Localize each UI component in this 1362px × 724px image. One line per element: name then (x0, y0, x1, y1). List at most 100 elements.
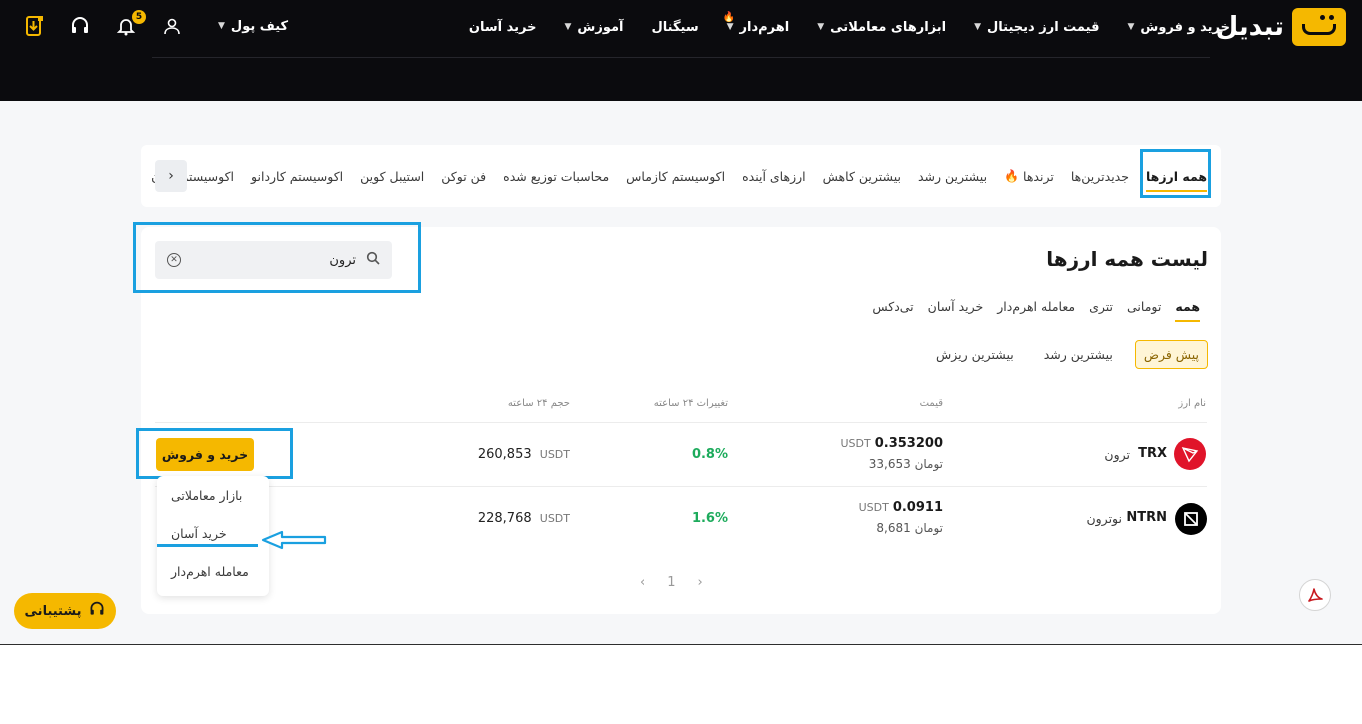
tab-easy-buy[interactable]: خرید آسان (928, 299, 984, 320)
chevron-down-icon: ▼ (817, 22, 825, 32)
category-label: ترندها (1023, 168, 1054, 184)
pagination: ‹ 1 › (640, 575, 703, 590)
chevron-left-icon[interactable]: › (155, 160, 187, 192)
annotation-highlight-search (133, 222, 421, 293)
main-nav: خرید و فروش ▼ قیمت ارز دیجیتال ▼ ابزارهای … (469, 12, 1230, 38)
sort-most-drop[interactable]: بیشترین ریزش (928, 341, 1022, 368)
chevron-right-icon[interactable]: › (697, 575, 702, 590)
page-number[interactable]: 1 (667, 575, 675, 590)
change-24h: 1.6% (691, 511, 728, 526)
column-header-price: قیمت (919, 398, 943, 409)
annotation-highlight-category (1140, 149, 1211, 198)
column-header-change: تغییرات ۲۴ ساعته (653, 398, 728, 409)
flame-icon: 🔥 (722, 11, 736, 23)
tab-tdex[interactable]: تی‌دکس (872, 299, 913, 320)
dropdown-item-trading-market[interactable]: بازار معاملاتی (171, 488, 242, 503)
price-value: 0.353200 (874, 436, 943, 451)
sort-options: پیش فرض بیشترین رشد بیشترین ریزش (928, 340, 1208, 369)
nav-label: خرید و فروش (1140, 19, 1230, 35)
chevron-down-icon: ▼ (974, 22, 981, 32)
wallet-menu[interactable]: کیف پول ▼ (218, 19, 288, 34)
tab-all[interactable]: همه (1175, 299, 1200, 322)
sort-most-growth[interactable]: بیشترین رشد (1036, 341, 1121, 368)
chevron-down-icon: ▼ (564, 22, 572, 32)
category-cardano[interactable]: اکوسیستم کاردانو (251, 169, 343, 184)
category-label: فن توکن (441, 168, 487, 184)
table-divider (155, 422, 1207, 423)
annotation-highlight-buy (136, 428, 293, 479)
buy-sell-dropdown: بازار معاملاتی خرید آسان معامله اهرم‌دار (157, 476, 269, 596)
table-divider (155, 486, 1207, 487)
category-top-gainers[interactable]: بیشترین رشد (918, 169, 987, 184)
volume-unit: USDT (539, 512, 570, 525)
volume-value: 260,853 (477, 447, 532, 462)
category-fan-token[interactable]: فن توکن (441, 169, 486, 184)
nav-item-signal[interactable]: سیگنال (651, 20, 698, 35)
nav-label: خرید آسان (468, 19, 537, 35)
category-bar: همه ارزها جدیدترین‌ها ترندها 🔥 بیشترین رش… (141, 145, 1221, 207)
brand-logo[interactable]: تبدیل (1216, 8, 1346, 46)
user-icon[interactable] (160, 14, 184, 38)
nav-actions: 5 کیف پول ▼ (22, 10, 288, 38)
annotation-underline (157, 544, 258, 547)
sort-default[interactable]: پیش فرض (1134, 340, 1208, 369)
logo-icon (1292, 8, 1346, 46)
category-cosmos[interactable]: اکوسیستم کازماس (626, 169, 725, 184)
support-button[interactable]: پشتیبانی (14, 593, 116, 629)
nav-divider (152, 57, 444, 58)
page-divider (0, 644, 1362, 645)
nav-item-buy-sell[interactable]: خرید و فروش ▼ (1127, 20, 1230, 35)
chevron-down-icon: ▼ (1127, 22, 1135, 32)
support-label: پشتیبانی (24, 603, 82, 619)
column-header-name: نام ارز (1178, 398, 1206, 409)
chevron-left-icon[interactable]: ‹ (640, 575, 645, 590)
nav-label: اهرم‌دار (739, 19, 790, 35)
dropdown-item-easy-buy[interactable]: خرید آسان (171, 526, 227, 541)
neutron-logo-icon (1175, 503, 1207, 535)
market-tabs: همه تومانی تتری معامله اهرم‌دار خرید آسا… (872, 299, 1200, 322)
column-header-volume: حجم ۲۴ ساعته (507, 398, 570, 409)
nav-item-easy-buy[interactable]: خرید آسان (469, 20, 537, 35)
tab-leverage[interactable]: معامله اهرم‌دار (997, 299, 1075, 320)
price-value: 0.0911 (892, 500, 943, 515)
dropdown-item-leverage[interactable]: معامله اهرم‌دار (171, 564, 249, 579)
nav-item-education[interactable]: آموزش ▼ (564, 20, 623, 35)
wallet-label: کیف پول (230, 18, 289, 34)
change-24h: 0.8% (691, 447, 728, 462)
app-download-icon[interactable] (22, 14, 46, 38)
category-distributed-computing[interactable]: محاسبات توزیع شده (503, 169, 609, 184)
coin-name: نوترون (1086, 511, 1122, 526)
price-unit: USDT (840, 437, 871, 450)
tab-tether[interactable]: تتری (1089, 299, 1113, 320)
volume-unit: USDT (539, 448, 570, 461)
category-future-coins[interactable]: ارزهای آینده (742, 169, 806, 184)
headset-icon[interactable] (68, 14, 92, 38)
category-label: بیشترین کاهش (822, 168, 901, 184)
price-toman: تومان 33,653 (868, 457, 943, 471)
price-usdt: USDT 0.0911 (859, 500, 943, 515)
nav-label: سیگنال (651, 19, 699, 35)
chevron-down-icon: ▼ (726, 22, 734, 32)
category-label: جدیدترین‌ها (1070, 168, 1129, 184)
annotation-arrow-icon (261, 530, 327, 550)
category-trends[interactable]: ترندها 🔥 (1004, 169, 1054, 184)
category-stablecoin[interactable]: استیبل کوین (360, 169, 424, 184)
price-usdt: USDT 0.353200 (841, 436, 944, 451)
category-label: محاسبات توزیع شده (503, 168, 610, 184)
category-label: اکوسیستم کاردانو (251, 168, 344, 184)
nav-item-leverage[interactable]: اهرم‌دار 🔥 ▼ (723, 12, 790, 35)
volume-24h: 228,768 USDT (478, 511, 570, 526)
flame-icon: 🔥 (1004, 169, 1020, 183)
nav-label: قیمت ارز دیجیتال (987, 19, 1100, 35)
price-unit: USDT (858, 501, 889, 514)
pdf-icon[interactable] (1299, 579, 1331, 611)
nav-item-prices[interactable]: قیمت ارز دیجیتال ▼ (974, 20, 1099, 35)
nav-item-trading-tools[interactable]: ابزارهای معاملاتی ▼ (817, 20, 946, 35)
bell-icon[interactable]: 5 (114, 10, 146, 38)
category-newest[interactable]: جدیدترین‌ها (1071, 169, 1129, 184)
coin-name: ترون (1104, 447, 1130, 462)
category-top-losers[interactable]: بیشترین کاهش (823, 169, 901, 184)
tab-toman[interactable]: تومانی (1127, 299, 1161, 320)
category-label: استیبل کوین (360, 168, 425, 184)
category-label: بیشترین رشد (917, 168, 988, 184)
